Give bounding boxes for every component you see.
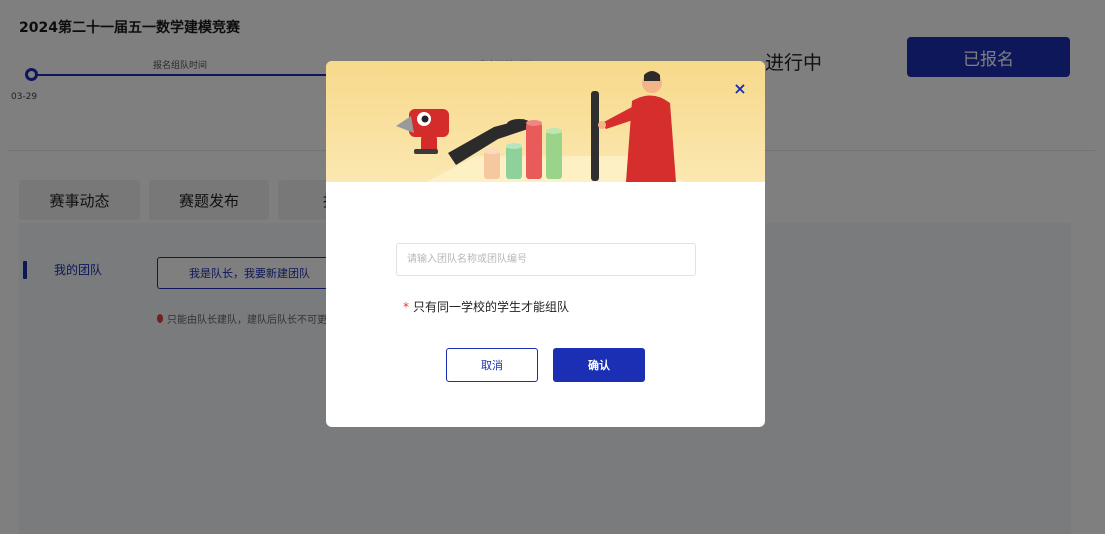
required-mark: * (403, 300, 409, 314)
team-rule: * 只有同一学校的学生才能组队 (403, 298, 569, 315)
close-icon[interactable]: × (730, 78, 750, 98)
banner-illustration (396, 71, 686, 182)
team-rule-text: 只有同一学校的学生才能组队 (413, 300, 570, 314)
confirm-button[interactable]: 确认 (553, 348, 645, 382)
join-team-dialog: × * 只有同一学校的学生才能组队 取消 确认 (326, 61, 765, 427)
mascot-figure (396, 109, 449, 154)
team-search-input[interactable] (396, 243, 696, 276)
dialog-banner-illustration (326, 61, 765, 182)
cancel-button[interactable]: 取消 (446, 348, 538, 382)
